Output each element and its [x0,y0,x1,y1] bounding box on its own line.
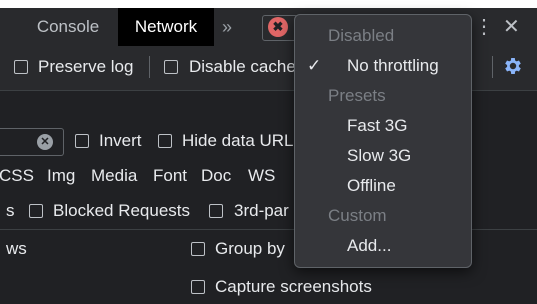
tab-network[interactable]: Network [118,8,214,46]
tab-console[interactable]: Console [22,8,114,46]
more-tabs-chevron-icon[interactable]: » [222,17,232,38]
menu-item-slow-3g[interactable]: Slow 3G [295,141,471,171]
capture-screenshots-checkbox[interactable] [191,280,205,294]
invert-label: Invert [99,131,142,150]
checkmark-icon: ✓ [307,56,322,75]
third-party-checkbox[interactable] [209,204,223,218]
menu-header-disabled: Disabled [328,26,395,45]
toolbar-separator [492,56,493,78]
filter-input[interactable] [0,128,64,156]
invert-checkbox[interactable] [75,134,89,148]
error-icon: ✖ [268,17,288,37]
disable-cache-label: Disable cache [189,57,296,76]
disable-cache-checkbox[interactable] [164,60,178,74]
hide-data-urls-checkbox[interactable] [158,134,172,148]
type-filter-doc[interactable]: Doc [201,166,231,186]
blocked-requests-label: Blocked Requests [53,201,191,220]
clear-filter-icon[interactable]: ✕ [37,134,53,150]
menu-item-offline[interactable]: Offline [295,171,471,201]
menu-item-no-throttling[interactable]: ✓ No throttling [295,51,471,81]
close-icon[interactable]: ✕ [503,14,520,39]
hide-data-urls-label: Hide data URL [182,131,294,150]
preserve-log-label: Preserve log [38,57,134,76]
toolbar-separator [149,56,150,78]
type-filter-img[interactable]: Img [47,166,75,186]
throttling-menu: Disabled ✓ No throttling Presets Fast 3G… [294,14,472,268]
type-filter-media[interactable]: Media [91,166,137,186]
menu-header-custom: Custom [328,206,387,225]
type-filter-css[interactable]: CSS [0,166,34,186]
kebab-menu-icon[interactable]: ⋮ [474,14,494,39]
row-partial-label: s [6,201,15,220]
type-filter-font[interactable]: Font [153,166,187,186]
group-by-label: Group by [215,239,285,258]
third-party-label: 3rd-par [234,201,289,220]
top-strip [0,0,537,8]
menu-item-add[interactable]: Add... [295,231,471,261]
group-by-checkbox[interactable] [191,242,205,256]
settings-partial-label: ws [6,239,27,258]
type-filter-ws[interactable]: WS [248,166,275,186]
menu-header-presets: Presets [328,86,386,105]
settings-gear-icon[interactable] [502,55,524,77]
preserve-log-checkbox[interactable] [14,60,28,74]
menu-item-fast-3g[interactable]: Fast 3G [295,111,471,141]
capture-screenshots-label: Capture screenshots [215,277,372,296]
blocked-requests-checkbox[interactable] [29,204,43,218]
